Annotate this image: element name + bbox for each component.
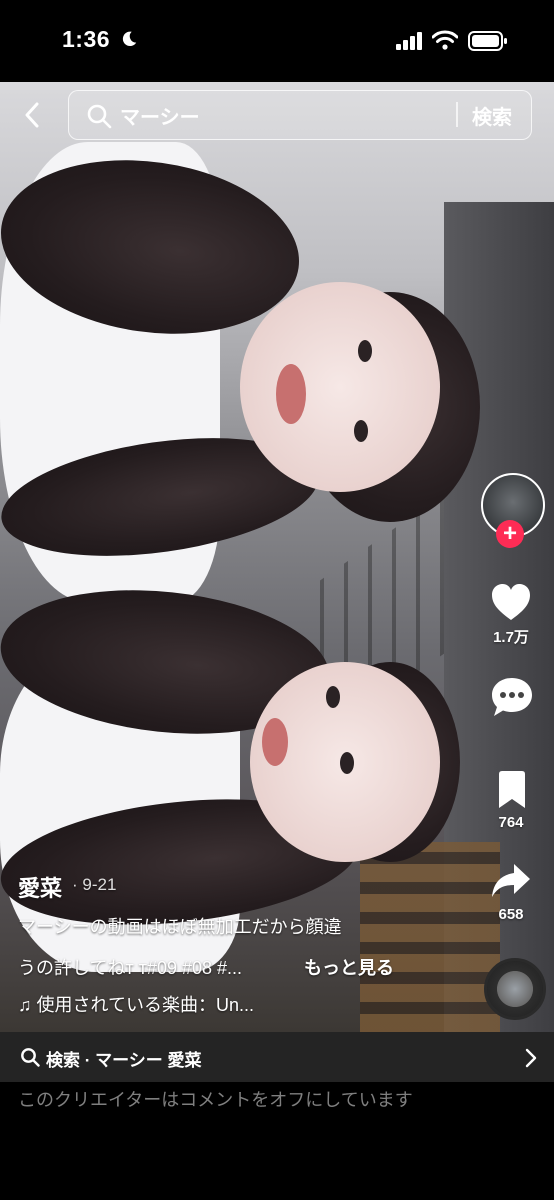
signal-icon: [396, 32, 422, 50]
search-input[interactable]: マーシー: [120, 101, 200, 130]
person-bottom-eye: [340, 752, 354, 774]
like-count: 1.7万: [493, 629, 529, 646]
moon-icon: [122, 31, 137, 47]
share-icon[interactable]: [490, 862, 532, 900]
heart-icon[interactable]: [490, 582, 532, 622]
status-time: 1:36: [62, 26, 111, 52]
see-more-link[interactable]: もっと見る: [304, 954, 394, 980]
post-date: · 9-21: [72, 875, 117, 894]
person-top-lips: [276, 364, 306, 424]
follow-button[interactable]: +: [496, 520, 524, 548]
battery-icon: [468, 31, 507, 51]
related-search-label[interactable]: 検索 · マーシー 愛菜: [46, 1046, 202, 1071]
comment-icon[interactable]: [490, 676, 534, 718]
chevron-right-icon[interactable]: [524, 1048, 538, 1068]
caption-line-2: うの許してねт т#09 #08 #...: [18, 958, 243, 978]
wifi-icon: [432, 30, 458, 50]
back-arrow-icon[interactable]: [20, 100, 44, 130]
caption-line-1: マーシーの動画はほぼ無加工だから顔違: [18, 917, 342, 937]
person-top-eye: [358, 340, 372, 362]
share-count: 658: [498, 906, 524, 923]
bookmark-icon[interactable]: [496, 770, 528, 810]
bookmark-count: 764: [498, 814, 524, 831]
search-button[interactable]: 検索: [472, 101, 512, 130]
music-disc[interactable]: [484, 958, 546, 1020]
person-bottom-eye: [326, 686, 340, 708]
search-icon: [87, 104, 112, 129]
background-lights: [360, 842, 500, 1032]
person-top-eye: [354, 420, 368, 442]
person-top-face: [240, 282, 440, 492]
creator-username[interactable]: 愛菜: [18, 871, 62, 903]
status-bar: 1:36: [0, 0, 554, 82]
music-info[interactable]: ♫ 使用されている楽曲：Un...: [18, 991, 254, 1017]
person-bottom-lips: [262, 718, 288, 766]
search-divider: [456, 102, 458, 127]
comments-off-notice: このクリエイターはコメントをオフにしています: [18, 1090, 413, 1110]
search-icon: [21, 1048, 40, 1067]
